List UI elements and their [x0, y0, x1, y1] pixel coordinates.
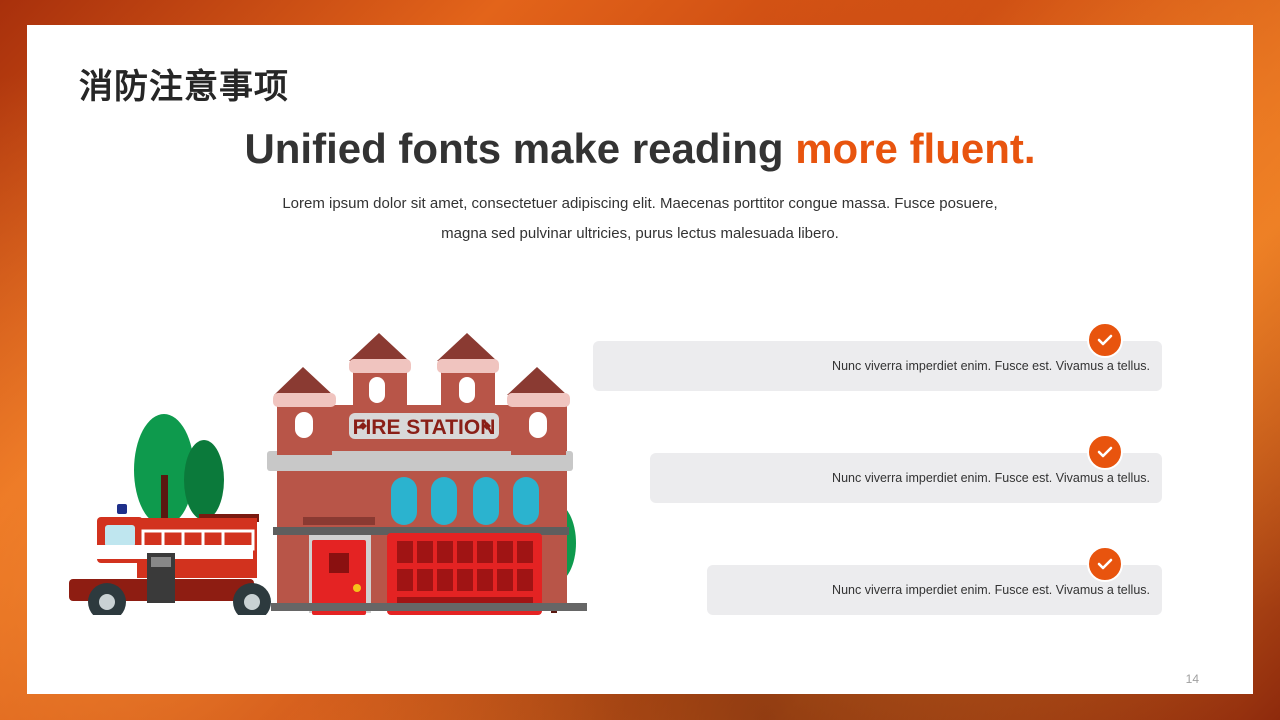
- slide-canvas: 消防注意事项 Unified fonts make reading more f…: [27, 25, 1253, 694]
- slide-title: 消防注意事项: [79, 67, 289, 107]
- list-item: Nunc viverra imperdiet enim. Fusce est. …: [650, 434, 1162, 503]
- list-item-text: Nunc viverra imperdiet enim. Fusce est. …: [832, 471, 1150, 485]
- list-item: Nunc viverra imperdiet enim. Fusce est. …: [593, 322, 1162, 391]
- headline-accent: more fluent.: [795, 125, 1036, 172]
- fire-station-building: FIRE STATION: [267, 333, 587, 615]
- check-icon: [1087, 434, 1123, 470]
- headline: Unified fonts make reading more fluent.: [27, 125, 1253, 173]
- sign-text: FIRE STATION: [353, 416, 496, 439]
- body-line-1: Lorem ipsum dolor sit amet, consectetuer…: [282, 195, 998, 212]
- check-icon: [1087, 322, 1123, 358]
- fire-station-illustration: FIRE STATION: [69, 333, 587, 615]
- headline-main: Unified fonts make reading: [244, 125, 796, 172]
- list-item-text: Nunc viverra imperdiet enim. Fusce est. …: [832, 359, 1150, 373]
- list-item-text: Nunc viverra imperdiet enim. Fusce est. …: [832, 583, 1150, 597]
- body-paragraph: Lorem ipsum dolor sit amet, consectetuer…: [227, 189, 1053, 249]
- fire-truck-icon: [69, 504, 271, 615]
- list-item: Nunc viverra imperdiet enim. Fusce est. …: [707, 546, 1162, 615]
- page-number: 14: [1185, 672, 1199, 686]
- body-line-2: magna sed pulvinar ultricies, purus lect…: [441, 225, 839, 242]
- check-icon: [1087, 546, 1123, 582]
